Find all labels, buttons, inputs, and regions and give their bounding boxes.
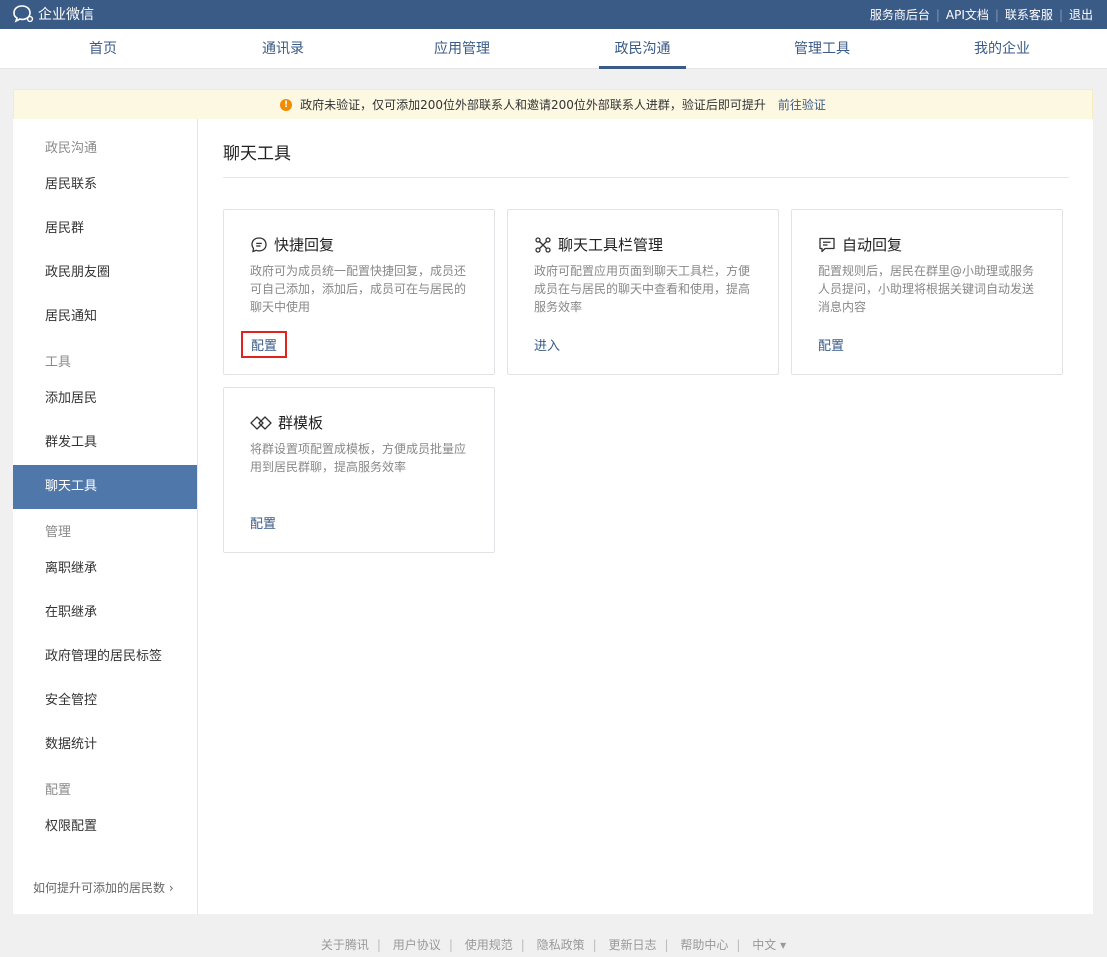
info-icon: !	[280, 98, 293, 111]
chevron-right-icon: ›	[168, 881, 174, 895]
divider: |	[448, 938, 453, 952]
provider-console-link[interactable]: 服务商后台	[870, 6, 930, 23]
sidebar-item-mass-send[interactable]: 群发工具	[13, 421, 197, 465]
go-verify-link[interactable]: 前往验证	[778, 96, 826, 113]
sidebar-item-resident-group[interactable]: 居民群	[13, 207, 197, 251]
notice-text: 政府未验证，仅可添加200位外部联系人和邀请200位外部联系人进群，验证后即可提…	[300, 98, 766, 112]
sidebar-group-tools: 工具	[45, 355, 72, 370]
sidebar-item-add-resident[interactable]: 添加居民	[13, 377, 197, 421]
template-diamond-icon	[250, 415, 272, 430]
footer-link-help[interactable]: 帮助中心	[680, 938, 728, 952]
sidebar-item-resident-tags[interactable]: 政府管理的居民标签	[13, 635, 197, 679]
nav-citizen-communication[interactable]: 政民沟通	[599, 29, 686, 69]
footer-link-privacy[interactable]: 隐私政策	[537, 938, 585, 952]
main-panel: 政民沟通 居民联系 居民群 政民朋友圈 居民通知 工具 添加居民 群发工具 聊天…	[13, 119, 1093, 914]
card-description: 政府可为成员统一配置快捷回复，成员还可自己添加，添加后，成员可在与居民的聊天中使…	[250, 264, 467, 314]
sidebar-group-config: 配置	[45, 783, 72, 798]
card-title: 快捷回复	[274, 236, 335, 254]
nav-app-management[interactable]: 应用管理	[425, 29, 499, 69]
sidebar-item-moments[interactable]: 政民朋友圈	[13, 251, 197, 295]
divider: |	[376, 938, 381, 952]
sidebar-group-management: 管理	[45, 525, 72, 540]
nav-management-tools[interactable]: 管理工具	[785, 29, 859, 69]
sidebar: 政民沟通 居民联系 居民群 政民朋友圈 居民通知 工具 添加居民 群发工具 聊天…	[13, 119, 198, 914]
sidebar-item-resign-inherit[interactable]: 离职继承	[13, 547, 197, 591]
divider: |	[994, 7, 999, 22]
raise-limit-help-link[interactable]: 如何提升可添加的居民数 ›	[33, 879, 174, 896]
auto-reply-config-button[interactable]: 配置	[818, 335, 844, 354]
sidebar-item-chat-tools[interactable]: 聊天工具	[13, 465, 197, 509]
chat-bubble-icon	[251, 236, 267, 252]
divider: |	[1058, 7, 1063, 22]
divider: |	[520, 938, 525, 952]
top-links: 服务商后台 | API文档 | 联系客服 | 退出	[870, 6, 1093, 23]
sidebar-item-resident-notice[interactable]: 居民通知	[13, 295, 197, 339]
divider: |	[664, 938, 669, 952]
card-title: 自动回复	[842, 236, 903, 254]
auto-reply-icon	[819, 237, 835, 252]
divider: |	[592, 938, 597, 952]
card-title: 聊天工具栏管理	[558, 236, 664, 254]
card-chat-toolbar: 聊天工具栏管理 政府可配置应用页面到聊天工具栏，方便成员在与居民的聊天中查看和使…	[507, 209, 779, 375]
card-header: 聊天工具栏管理	[534, 234, 663, 255]
footer-link-about[interactable]: 关于腾讯	[321, 938, 369, 952]
nav-home[interactable]: 首页	[72, 29, 134, 69]
card-auto-reply: 自动回复 配置规则后，居民在群里@小助理或服务人员提问，小助理将根据关键词自动发…	[791, 209, 1063, 375]
top-bar: 企业微信 服务商后台 | API文档 | 联系客服 | 退出	[0, 0, 1107, 29]
card-header: 群模板	[250, 412, 323, 433]
sidebar-item-permissions[interactable]: 权限配置	[13, 805, 197, 849]
help-text: 如何提升可添加的居民数	[33, 881, 166, 895]
logo[interactable]: 企业微信	[12, 4, 94, 24]
card-header: 自动回复	[818, 234, 902, 255]
card-quick-reply: 快捷回复 政府可为成员统一配置快捷回复，成员还可自己添加，添加后，成员可在与居民…	[223, 209, 495, 375]
card-header: 快捷回复	[250, 234, 334, 255]
contact-support-link[interactable]: 联系客服	[1005, 6, 1053, 23]
wecom-logo-icon	[13, 5, 34, 23]
page-title: 聊天工具	[223, 144, 291, 164]
nav-contacts[interactable]: 通讯录	[252, 29, 314, 69]
language-select[interactable]: 中文 ▾	[752, 938, 786, 952]
chat-toolbar-enter-button[interactable]: 进入	[534, 335, 560, 354]
logout-link[interactable]: 退出	[1069, 6, 1093, 23]
sidebar-item-onjob-inherit[interactable]: 在职继承	[13, 591, 197, 635]
footer-link-changelog[interactable]: 更新日志	[608, 938, 656, 952]
card-description: 将群设置项配置成模板，方便成员批量应用到居民群聊，提高服务效率	[250, 442, 467, 474]
sidebar-item-resident-contact[interactable]: 居民联系	[13, 163, 197, 207]
sidebar-item-security[interactable]: 安全管控	[13, 679, 197, 723]
footer: 关于腾讯 | 用户协议 | 使用规范 | 隐私政策 | 更新日志 | 帮助中心 | 中文 ▾	[0, 936, 1107, 953]
card-description: 配置规则后，居民在群里@小助理或服务人员提问，小助理将根据关键词自动发送消息内容	[818, 264, 1035, 314]
toolbar-cross-icon	[535, 236, 551, 253]
logo-text: 企业微信	[38, 7, 94, 23]
card-group-template: 群模板 将群设置项配置成模板，方便成员批量应用到居民群聊，提高服务效率 配置	[223, 387, 495, 553]
card-title: 群模板	[278, 414, 324, 432]
card-description: 政府可配置应用页面到聊天工具栏，方便成员在与居民的聊天中查看和使用，提高服务效率	[534, 264, 751, 314]
quick-reply-config-button[interactable]: 配置	[241, 331, 288, 358]
sidebar-item-statistics[interactable]: 数据统计	[13, 723, 197, 767]
divider	[223, 177, 1069, 178]
api-docs-link[interactable]: API文档	[946, 6, 989, 23]
footer-link-agreement[interactable]: 用户协议	[393, 938, 441, 952]
nav-my-enterprise[interactable]: 我的企业	[965, 29, 1039, 69]
group-template-config-button[interactable]: 配置	[250, 513, 276, 532]
divider: |	[935, 7, 940, 22]
divider: |	[736, 938, 741, 952]
main-nav: 首页 通讯录 应用管理 政民沟通 管理工具 我的企业	[0, 29, 1107, 69]
footer-link-rules[interactable]: 使用规范	[465, 938, 513, 952]
sidebar-group-citizen: 政民沟通	[45, 141, 98, 156]
verification-notice: ! 政府未验证，仅可添加200位外部联系人和邀请200位外部联系人进群，验证后即…	[13, 89, 1093, 119]
